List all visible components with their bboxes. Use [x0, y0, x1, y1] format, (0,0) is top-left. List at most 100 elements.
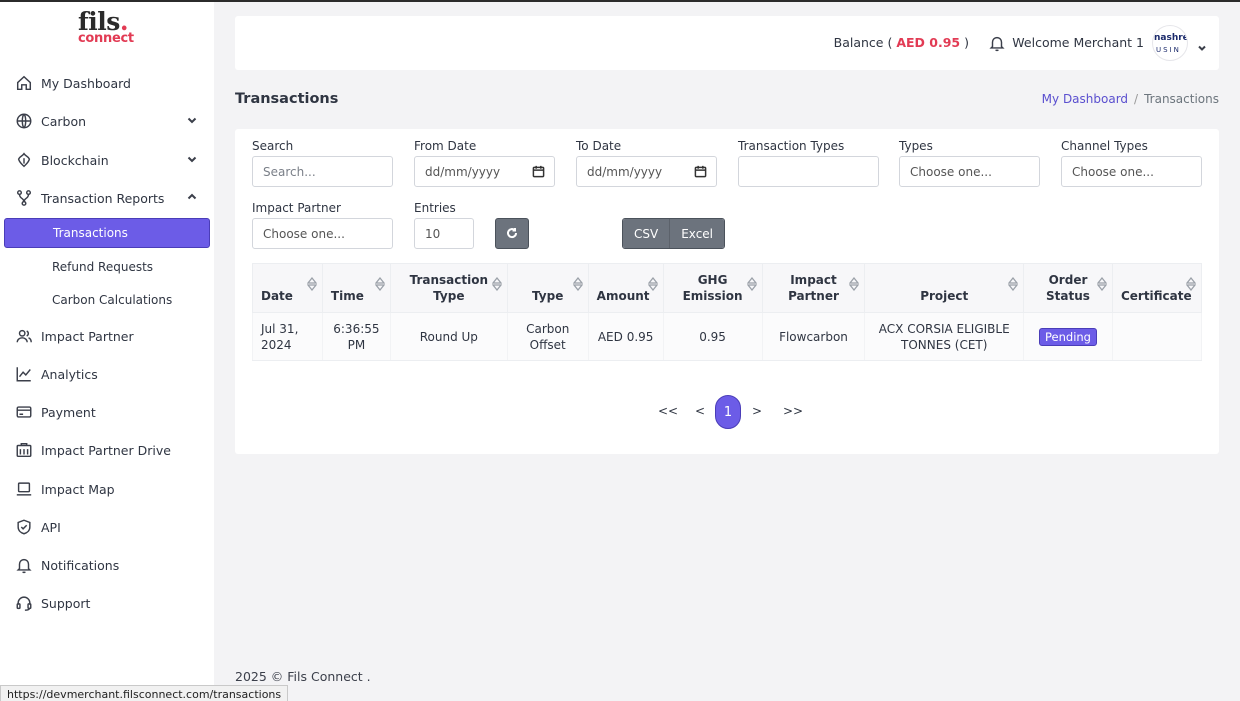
entries-label: Entries	[414, 201, 456, 215]
balance-amount: AED 0.95	[896, 35, 961, 50]
cell-type: Carbon Offset	[506, 312, 589, 361]
sort-icon	[306, 276, 318, 292]
column-header-date[interactable]: Date	[252, 263, 323, 313]
column-header-certificate[interactable]: Certificate	[1111, 263, 1203, 313]
laptop-icon	[14, 479, 34, 499]
search-label: Search	[252, 139, 294, 153]
brand-logo[interactable]: fils. connect	[78, 9, 140, 51]
sidebar-subitem-transactions[interactable]: Transactions	[4, 218, 210, 248]
sort-icon	[849, 276, 860, 292]
column-header-ghg-emission[interactable]: GHG Emission	[662, 263, 763, 313]
entries-input[interactable]: 10	[414, 218, 474, 249]
top-header: Balance ( AED 0.95 ) Welcome Merchant 1 …	[235, 16, 1219, 70]
column-header-label: Transaction Type	[409, 273, 489, 303]
refresh-icon	[506, 224, 518, 243]
sidebar-item-label: Impact Partner	[41, 328, 134, 344]
sidebar-item-label: Impact Map	[41, 481, 115, 497]
pagination-next[interactable]: >	[752, 404, 762, 418]
sidebar-item-label: Payment	[41, 404, 96, 420]
sidebar-item-api[interactable]: API	[14, 512, 210, 542]
balance-display: Balance ( AED 0.95 )	[834, 35, 969, 50]
column-header-type[interactable]: Type	[506, 263, 589, 313]
column-header-transaction-type[interactable]: Transaction Type	[389, 263, 508, 313]
impact-partner-select[interactable]: Choose one...	[252, 218, 393, 249]
to-date-label: To Date	[576, 139, 622, 153]
types-label: Types	[899, 139, 933, 153]
from-date-input[interactable]: dd/mm/yyyy	[414, 156, 555, 187]
profile-dropdown-chevron-icon[interactable]	[1197, 38, 1207, 51]
sidebar-item-carbon[interactable]: Carbon	[14, 106, 210, 136]
sidebar: fils. connect My Dashboard Carbon Blockc…	[0, 2, 214, 701]
chevron-up-icon	[186, 191, 198, 203]
table-header-row: Date Time Transaction Type Type Amount G…	[252, 263, 1203, 313]
breadcrumb-home-link[interactable]: My Dashboard	[1042, 92, 1128, 106]
globe-icon	[14, 111, 34, 131]
branch-icon	[14, 188, 34, 208]
cell-transaction-type: Round Up	[389, 312, 508, 361]
from-date-value: dd/mm/yyyy	[425, 164, 501, 179]
avatar-text-line1: nashreq	[1154, 33, 1187, 43]
sidebar-item-impact-partner[interactable]: Impact Partner	[14, 321, 210, 351]
sidebar-item-label: Analytics	[41, 366, 98, 382]
sidebar-item-label: API	[41, 519, 61, 535]
cell-time: 6:36:55 PM	[321, 312, 391, 361]
blockchain-icon	[14, 150, 34, 170]
sort-icon	[491, 276, 503, 292]
sidebar-item-analytics[interactable]: Analytics	[14, 359, 210, 389]
sidebar-item-payment[interactable]: Payment	[14, 397, 210, 427]
chevron-down-icon	[186, 153, 198, 165]
pagination-prev[interactable]: <	[695, 404, 705, 418]
sort-icon	[1096, 276, 1108, 292]
sidebar-item-label: Blockchain	[41, 152, 109, 168]
sidebar-item-label: Impact Partner Drive	[41, 442, 171, 458]
calendar-icon[interactable]	[532, 165, 545, 178]
column-header-time[interactable]: Time	[321, 263, 391, 313]
shield-icon	[14, 517, 34, 537]
column-header-impact-partner[interactable]: Impact Partner	[761, 263, 866, 313]
balance-close: )	[964, 35, 969, 50]
to-date-value: dd/mm/yyyy	[587, 164, 663, 179]
pagination-page-1[interactable]: 1	[715, 395, 741, 429]
column-header-label: Impact Partner	[788, 273, 839, 303]
column-header-project[interactable]: Project	[864, 263, 1025, 313]
table-row: Jul 31, 2024 6:36:55 PM Round Up Carbon …	[252, 312, 1203, 361]
from-date-label: From Date	[414, 139, 477, 153]
pagination-last[interactable]: >>	[783, 404, 803, 418]
channel-types-select[interactable]: Choose one...	[1061, 156, 1202, 187]
sidebar-item-impact-partner-drive[interactable]: Impact Partner Drive	[14, 435, 210, 465]
column-header-label: Amount	[596, 289, 650, 303]
drive-icon	[14, 440, 34, 460]
sidebar-item-label: Carbon	[41, 113, 87, 129]
sort-icon	[374, 276, 386, 292]
excel-export-button[interactable]: Excel	[669, 219, 725, 248]
sidebar-item-blockchain[interactable]: Blockchain	[14, 145, 210, 175]
column-header-label: GHG Emission	[682, 273, 743, 303]
csv-export-button[interactable]: CSV	[623, 219, 670, 248]
calendar-icon[interactable]	[694, 165, 707, 178]
balance-label: Balance (	[833, 35, 893, 50]
sidebar-item-notifications[interactable]: Notifications	[14, 550, 210, 580]
to-date-input[interactable]: dd/mm/yyyy	[576, 156, 717, 187]
column-header-order-status[interactable]: Order Status	[1023, 263, 1113, 313]
pagination-first[interactable]: <<	[658, 404, 678, 418]
search-input[interactable]: Search...	[252, 156, 393, 187]
sidebar-item-impact-map[interactable]: Impact Map	[14, 474, 210, 504]
sort-icon	[572, 276, 584, 292]
impact-partner-label: Impact Partner	[252, 201, 341, 215]
sidebar-subitem-refund-requests[interactable]: Refund Requests	[52, 260, 153, 274]
transaction-types-select[interactable]	[738, 156, 879, 187]
refresh-button[interactable]	[495, 218, 529, 249]
types-select[interactable]: Choose one...	[899, 156, 1040, 187]
sidebar-item-transaction-reports[interactable]: Transaction Reports	[14, 183, 210, 213]
pagination: << < 1 > >>	[235, 395, 1219, 429]
notification-bell-icon[interactable]	[988, 34, 1006, 52]
avatar[interactable]: nashreq USIN	[1152, 25, 1188, 61]
page-title: Transactions	[235, 91, 339, 107]
channel-types-label: Channel Types	[1061, 139, 1148, 153]
column-header-amount[interactable]: Amount	[587, 263, 664, 313]
sidebar-subitem-carbon-calculations[interactable]: Carbon Calculations	[52, 293, 172, 307]
sidebar-subitem-label: Transactions	[53, 226, 128, 240]
sidebar-item-support[interactable]: Support	[14, 588, 210, 618]
sidebar-item-my-dashboard[interactable]: My Dashboard	[14, 68, 210, 98]
transactions-card: Search From Date To Date Transaction Typ…	[235, 129, 1219, 454]
